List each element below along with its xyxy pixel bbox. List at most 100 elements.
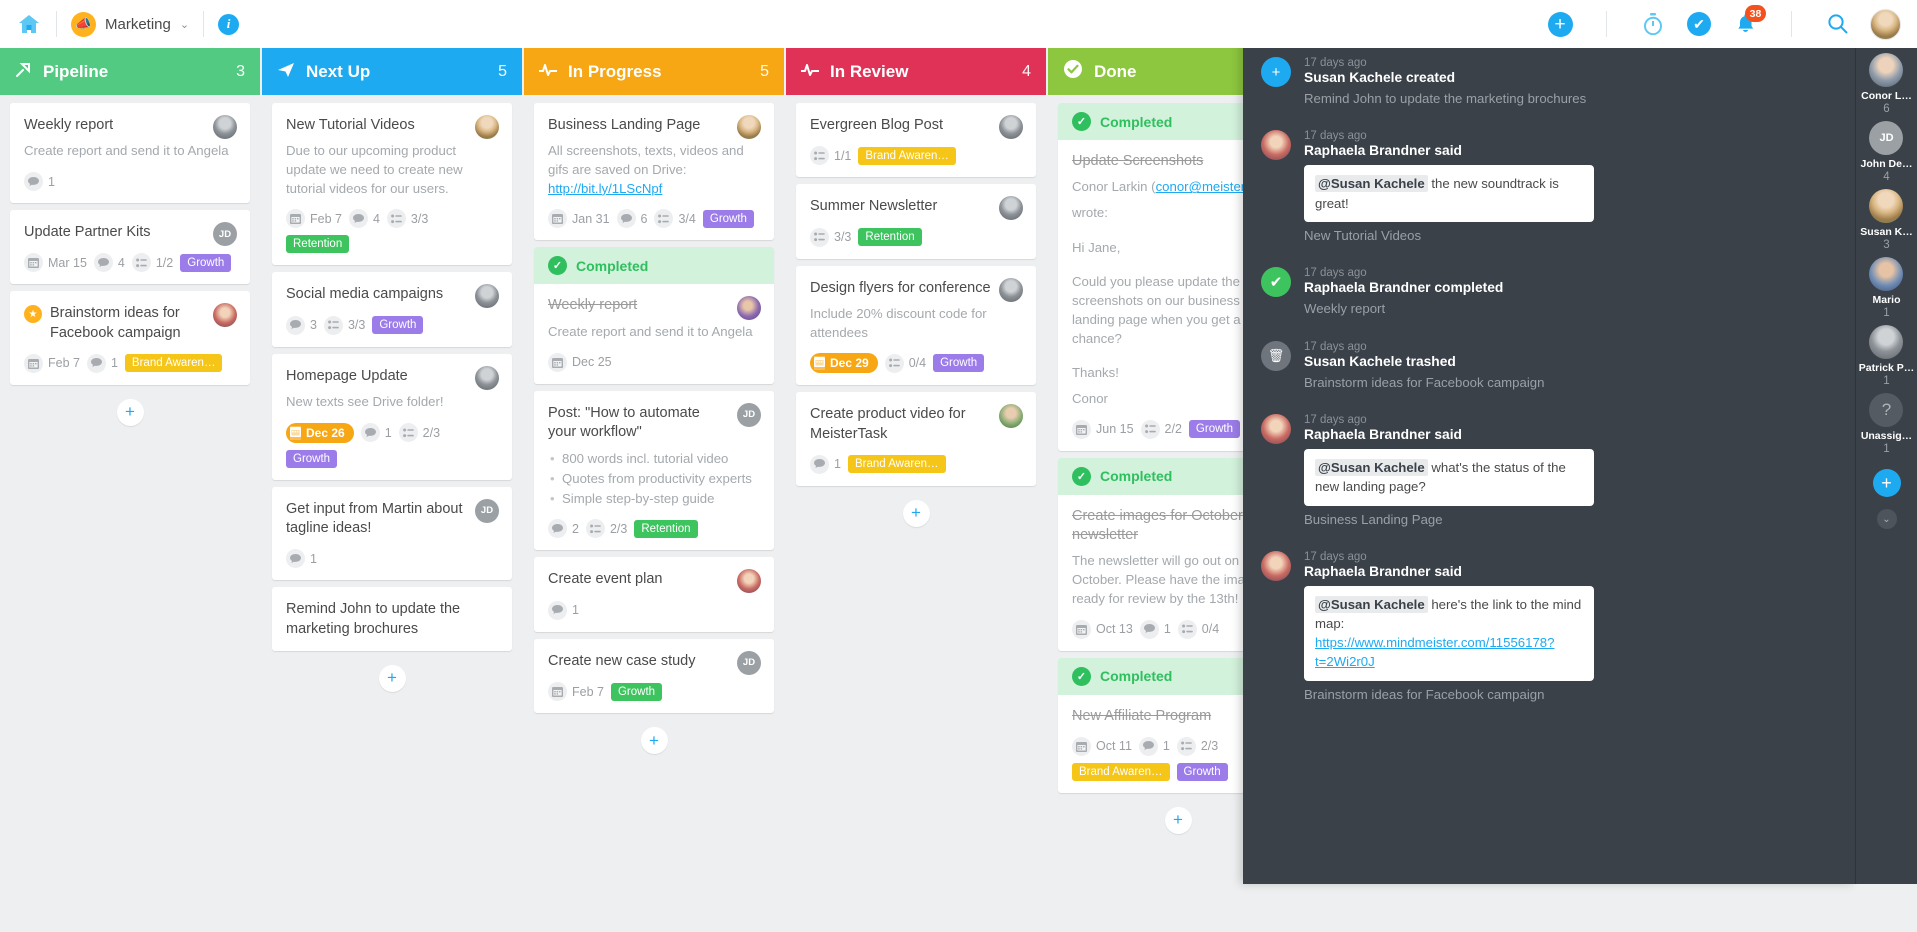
card-title[interactable]: Post: "How to automate your workflow" — [548, 404, 760, 443]
card-title[interactable]: Business Landing Page — [548, 116, 760, 135]
avatar[interactable] — [213, 115, 237, 139]
info-icon[interactable]: i — [218, 13, 240, 35]
search-button[interactable] — [1824, 10, 1852, 38]
activity-link[interactable]: https://www.mindmeister.com/11556178?t=2… — [1315, 635, 1554, 669]
card-title[interactable]: Homepage Update — [286, 367, 498, 386]
task-card[interactable]: ✓ Completed Weekly report Create report an… — [534, 247, 774, 384]
timer-button[interactable] — [1639, 10, 1667, 38]
avatar[interactable] — [1870, 8, 1901, 40]
activity-item[interactable]: 17 days ago Raphaela Brandner said @Susa… — [1261, 550, 1837, 704]
card-tag[interactable]: Growth — [610, 682, 663, 701]
card-title[interactable]: Summer Newsletter — [810, 197, 1022, 216]
avatar[interactable] — [999, 277, 1023, 302]
card-title[interactable]: Social media campaigns — [286, 285, 498, 304]
task-card[interactable]: Design flyers for conference Include 20% … — [796, 265, 1036, 386]
task-card[interactable]: Create product video for MeisterTask 1 Bra… — [796, 392, 1036, 486]
activity-target: Weekly report — [1304, 301, 1386, 317]
add-task-button[interactable]: + — [378, 664, 406, 692]
card-title[interactable]: Update Partner Kits — [24, 223, 236, 242]
card-title[interactable]: Brainstorm ideas for Facebook campaign — [24, 304, 236, 343]
task-card[interactable]: Update Partner Kits Mar 15 4 1/2 Growth JD — [10, 210, 250, 285]
task-card[interactable]: Brainstorm ideas for Facebook campaign Fe… — [10, 291, 250, 385]
task-card[interactable]: New Tutorial Videos Due to our upcoming p… — [272, 103, 512, 266]
home-icon[interactable] — [16, 11, 42, 37]
activity-list[interactable]: + 17 days ago Susan Kachele created Remi… — [1243, 47, 1855, 884]
add-task-button[interactable]: + — [1164, 806, 1192, 834]
card-title[interactable]: Get input from Martin about tagline idea… — [286, 500, 498, 539]
card-title[interactable]: Create event plan — [548, 570, 760, 589]
task-card[interactable]: Weekly report Create report and send it t… — [10, 103, 250, 204]
notifications-button[interactable]: 38 — [1731, 5, 1766, 38]
rail-member[interactable]: Patrick P… 1 — [1859, 325, 1914, 387]
add-task-button[interactable]: + — [640, 727, 668, 755]
avatar[interactable] — [475, 284, 499, 309]
task-card[interactable]: Evergreen Blog Post 1/1 Brand Awaren… — [796, 103, 1036, 178]
rail-member[interactable]: JD John De… 4 — [1859, 121, 1914, 183]
project-selector[interactable]: 📣 Marketing ⌄ — [71, 11, 189, 37]
card-title[interactable]: New Tutorial Videos — [286, 116, 498, 135]
task-card[interactable]: Business Landing Page All screenshots, te… — [534, 103, 774, 241]
mention[interactable]: @Susan Kachele — [1315, 595, 1428, 613]
card-title[interactable]: Evergreen Blog Post — [810, 116, 1022, 135]
card-title[interactable]: Weekly report — [24, 116, 236, 135]
card-tag[interactable]: Growth — [286, 449, 338, 468]
card-tag[interactable]: Growth — [372, 316, 424, 335]
activity-item[interactable]: 17 days ago Raphaela Brandner said @Susa… — [1261, 414, 1837, 529]
task-card[interactable]: Social media campaigns 3 3/3 Growth — [272, 272, 512, 347]
task-card[interactable]: Create event plan 1 — [534, 557, 774, 632]
activity-item[interactable]: 17 days ago Raphaela Brandner said @Susa… — [1261, 130, 1837, 245]
add-task-button[interactable]: + — [116, 398, 144, 426]
card-title[interactable]: Create new case study — [548, 652, 760, 671]
avatar[interactable] — [475, 365, 499, 390]
activity-item[interactable]: + 17 days ago Susan Kachele created Remi… — [1261, 57, 1837, 108]
avatar[interactable] — [737, 569, 761, 594]
card-tag[interactable]: Growth — [933, 354, 985, 373]
task-card[interactable]: Homepage Update New texts see Drive folde… — [272, 353, 512, 480]
card-title[interactable]: Remind John to update the marketing broc… — [286, 600, 498, 639]
card-tag[interactable]: Retention — [634, 519, 698, 538]
add-member-button[interactable]: + — [1872, 469, 1901, 497]
task-card[interactable]: Create new case study Feb 7 Growth JD — [534, 638, 774, 714]
task-card[interactable]: Remind John to update the marketing broc… — [272, 587, 512, 651]
card-tag[interactable]: Retention — [858, 228, 922, 247]
card-description: Due to our upcoming product update we ne… — [286, 143, 463, 196]
activity-item[interactable]: ✔ 17 days ago Raphaela Brandner complete… — [1261, 267, 1837, 318]
avatar[interactable] — [999, 115, 1023, 139]
avatar[interactable] — [737, 296, 761, 321]
chevron-down-icon[interactable]: ⌄ — [1876, 509, 1897, 529]
task-card[interactable]: Post: "How to automate your workflow" 800… — [534, 390, 774, 551]
card-title[interactable]: Create product video for MeisterTask — [810, 405, 1022, 444]
card-tag[interactable]: Growth — [1176, 762, 1228, 781]
rail-member[interactable]: Conor L… 6 — [1859, 53, 1914, 115]
avatar[interactable]: JD — [475, 498, 499, 523]
card-tag[interactable]: Growth — [180, 253, 232, 272]
card-link[interactable]: http://bit.ly/1LScNpf — [548, 181, 662, 196]
comment-icon — [1138, 736, 1158, 756]
avatar[interactable]: JD — [737, 402, 761, 427]
avatar[interactable] — [999, 196, 1023, 221]
mention[interactable]: @Susan Kachele — [1315, 459, 1428, 477]
avatar[interactable] — [475, 115, 499, 139]
avatar[interactable]: JD — [213, 222, 237, 247]
avatar[interactable]: JD — [737, 650, 761, 675]
card-tag[interactable]: Brand Awaren… — [858, 146, 956, 165]
add-button[interactable]: + — [1546, 10, 1574, 38]
avatar[interactable] — [737, 115, 761, 139]
card-tag[interactable]: Brand Awaren… — [124, 354, 223, 373]
card-tag[interactable]: Growth — [1188, 420, 1240, 439]
card-title[interactable]: Design flyers for conference — [810, 279, 1022, 298]
card-title[interactable]: Weekly report — [548, 296, 760, 315]
tasks-check-button[interactable]: ✔ — [1685, 10, 1713, 38]
card-tag[interactable]: Retention — [286, 235, 350, 254]
add-task-button[interactable]: + — [902, 499, 930, 527]
rail-member[interactable]: Susan K… 3 — [1859, 189, 1914, 251]
task-card[interactable]: Get input from Martin about tagline idea… — [272, 486, 512, 581]
task-card[interactable]: Summer Newsletter 3/3 Retention — [796, 184, 1036, 259]
card-tag[interactable]: Brand Awaren… — [1072, 762, 1170, 781]
mention[interactable]: @Susan Kachele — [1315, 175, 1428, 193]
activity-item[interactable]: 🗑 17 days ago Susan Kachele trashed Brai… — [1261, 340, 1837, 392]
card-tag[interactable]: Growth — [702, 209, 754, 228]
card-tag[interactable]: Brand Awaren… — [847, 455, 946, 474]
rail-member[interactable]: Mario 1 — [1859, 257, 1914, 319]
rail-member[interactable]: ? Unassig… 1 — [1859, 393, 1914, 455]
